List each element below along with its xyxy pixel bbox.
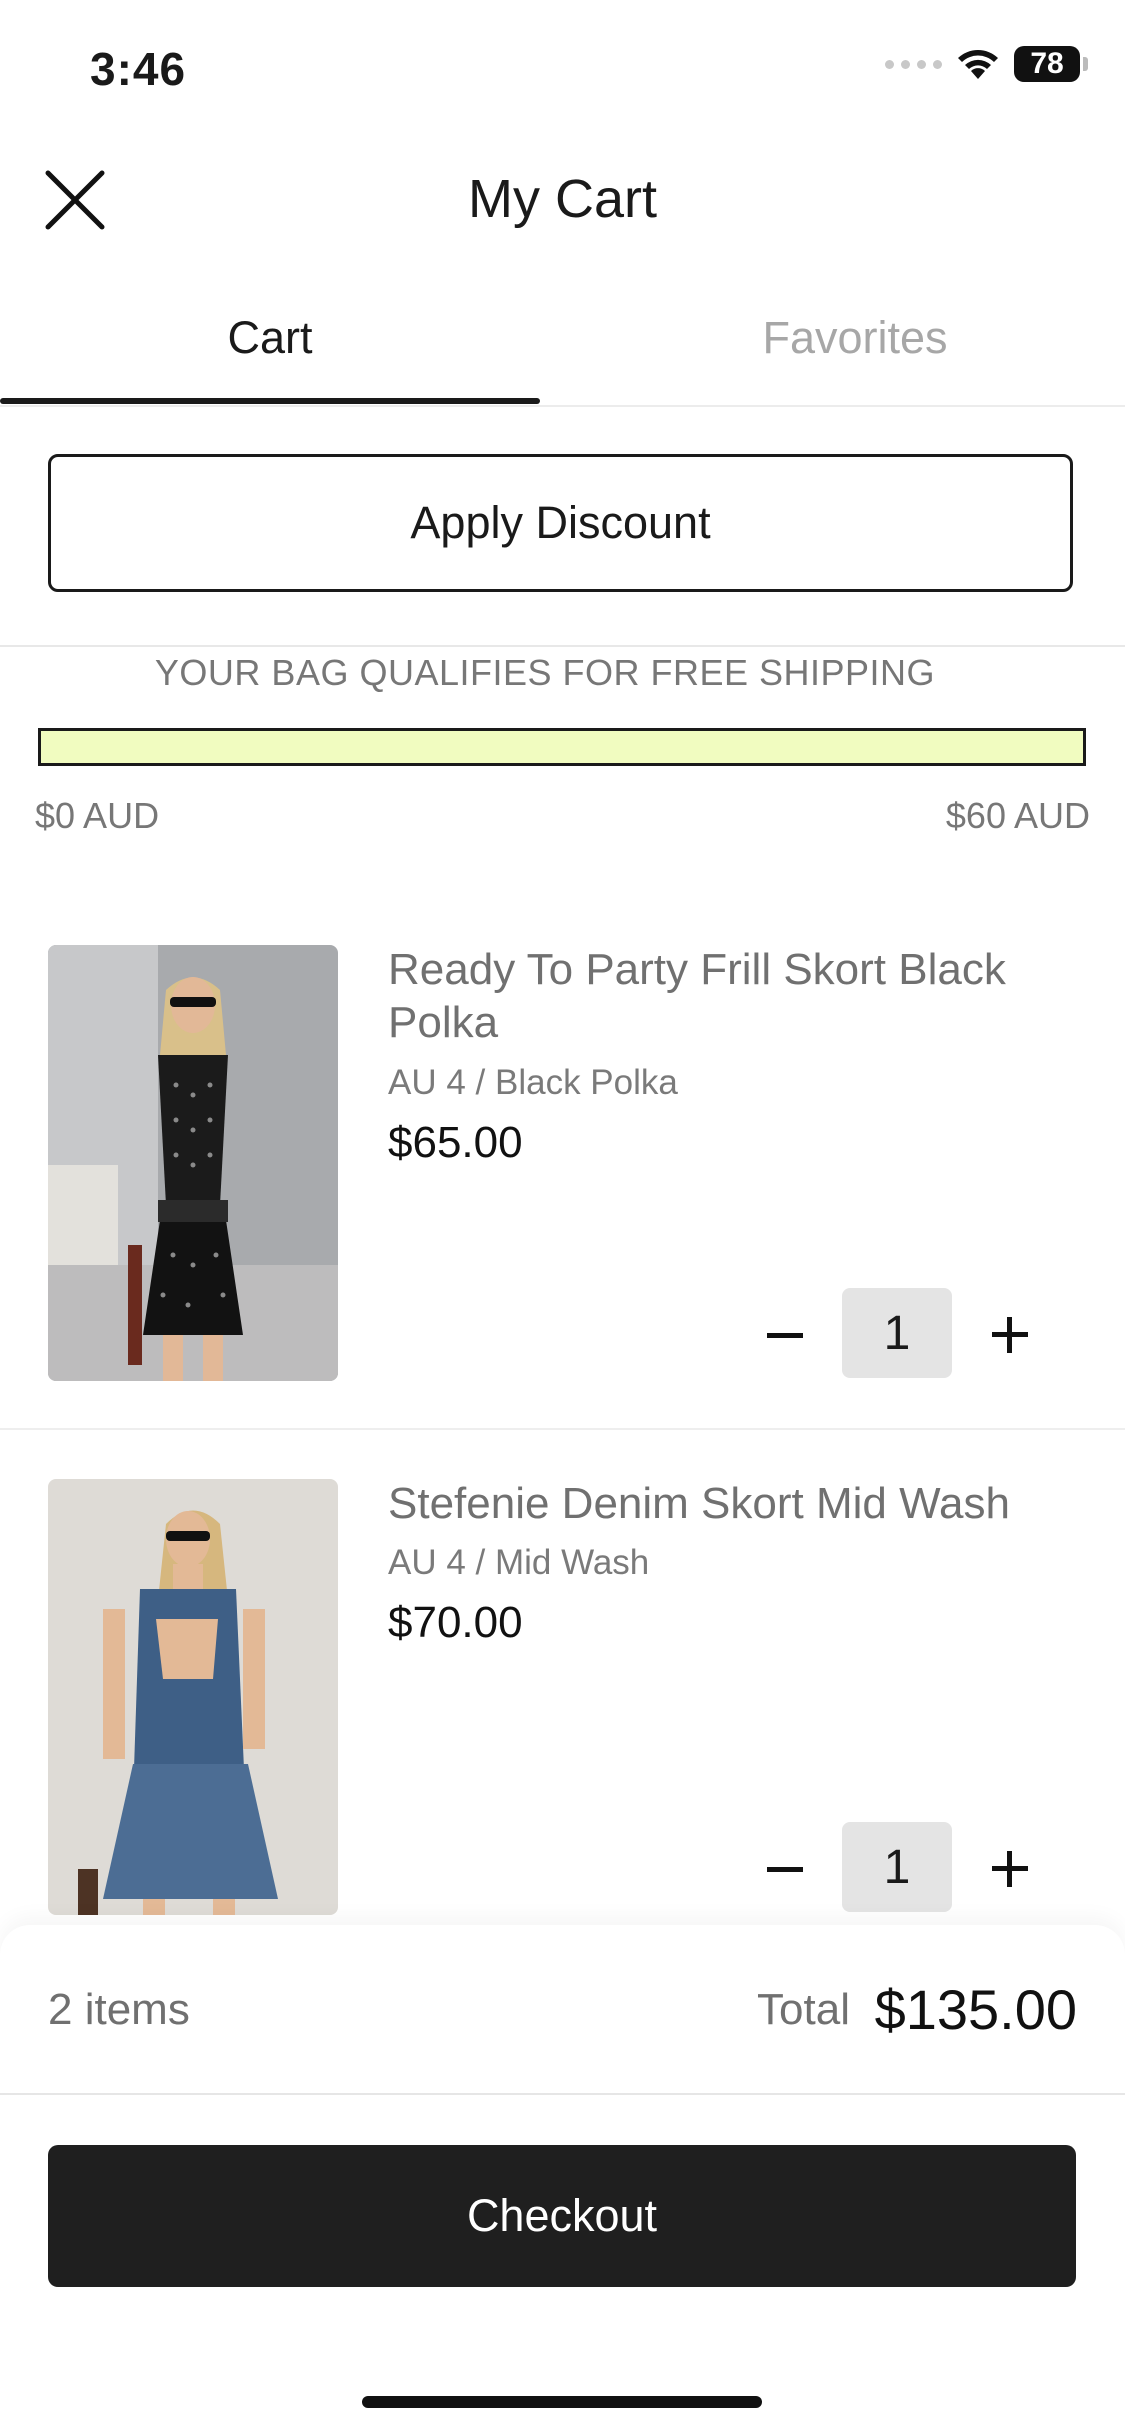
quantity-value: 1 — [842, 1822, 952, 1912]
status-bar: 3:46 78 — [0, 0, 1125, 130]
product-variant: AU 4 / Mid Wash — [388, 1543, 650, 1582]
quantity-value: 1 — [842, 1288, 952, 1378]
apply-discount-button[interactable]: Apply Discount — [48, 454, 1073, 592]
quantity-increase-button[interactable] — [985, 1844, 1035, 1894]
product-variant: AU 4 / Black Polka — [388, 1063, 678, 1102]
divider — [0, 1428, 1125, 1430]
header: My Cart — [0, 130, 1125, 265]
status-icons: 78 — [885, 46, 1088, 82]
wifi-icon — [958, 50, 998, 79]
product-name[interactable]: Ready To Party Frill Skort Black Polka — [388, 943, 1028, 1049]
quantity-increase-button[interactable] — [985, 1310, 1035, 1360]
shipping-progress-fill — [41, 731, 1083, 763]
battery-icon: 78 — [1014, 46, 1088, 82]
status-time: 3:46 — [90, 43, 187, 95]
product-image[interactable] — [48, 945, 338, 1381]
shipping-progress-bar — [38, 728, 1086, 766]
signal-icon — [885, 59, 942, 69]
total-label: Total — [757, 1985, 850, 2034]
home-indicator[interactable] — [362, 2396, 762, 2408]
divider — [0, 2093, 1125, 2095]
quantity-decrease-button[interactable] — [760, 1844, 810, 1894]
page-title: My Cart — [468, 169, 657, 229]
checkout-button[interactable]: Checkout — [48, 2145, 1076, 2287]
shipping-min-label: $0 AUD — [35, 795, 160, 836]
divider — [0, 645, 1125, 647]
tab-cart[interactable]: Cart — [0, 270, 540, 405]
shipping-max-label: $60 AUD — [945, 795, 1090, 836]
cart-summary: 2 items Total $135.00 Checkout — [0, 1925, 1125, 2436]
total-value: $135.00 — [874, 1978, 1077, 2041]
tab-bar: Cart Favorites — [0, 270, 1125, 407]
tab-favorites[interactable]: Favorites — [585, 270, 1125, 405]
product-price: $65.00 — [388, 1118, 523, 1167]
active-tab-indicator — [0, 398, 540, 404]
product-name[interactable]: Stefenie Denim Skort Mid Wash — [388, 1477, 1028, 1530]
product-image[interactable] — [48, 1479, 338, 1915]
quantity-decrease-button[interactable] — [760, 1310, 810, 1360]
item-count: 2 items — [48, 1985, 190, 2034]
free-shipping-message: YOUR BAG QUALIFIES FOR FREE SHIPPING — [154, 652, 936, 693]
product-price: $70.00 — [388, 1598, 523, 1647]
